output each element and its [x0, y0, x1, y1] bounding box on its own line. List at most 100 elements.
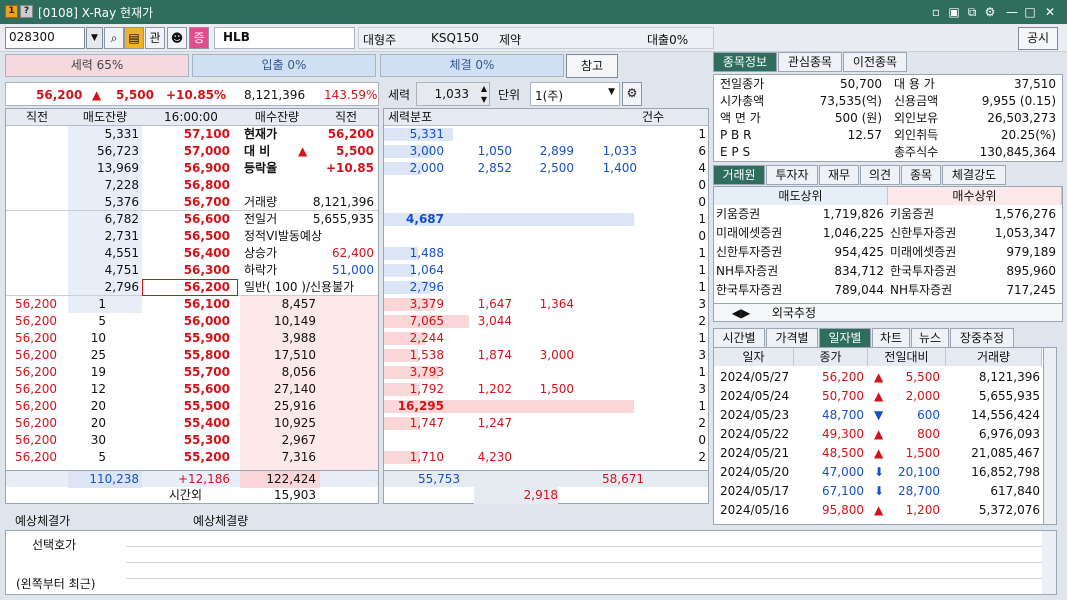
tab-tabs2-1[interactable]: 투자자: [766, 165, 818, 185]
sell-price[interactable]: 56,600: [142, 211, 238, 228]
daily-row[interactable]: 2024/05/16 95,800 ▲ 1,200 5,372,076: [714, 501, 1042, 519]
buy-row[interactable]: 56,200 19 55,700 8,056: [6, 364, 378, 381]
buy-price[interactable]: 55,900: [142, 330, 238, 347]
stepper-arrows-icon[interactable]: ▲ ▼: [481, 83, 487, 105]
bottom-scrollbar[interactable]: [1042, 531, 1056, 594]
foreign-scroll-icon[interactable]: ◀▶: [714, 304, 768, 322]
tab-tabs3-0[interactable]: 시간별: [713, 328, 765, 348]
sell-row[interactable]: 6,782 56,600 전일거 5,655,935: [6, 211, 378, 228]
buy-row[interactable]: 56,200 20 55,400 10,925: [6, 415, 378, 432]
buy-row[interactable]: 56,200 1 56,100 8,457: [6, 296, 378, 313]
help-icon[interactable]: ?: [20, 5, 33, 18]
buy-price[interactable]: 55,200: [142, 449, 238, 466]
folder-icon[interactable]: ▤: [124, 27, 144, 49]
buy-price[interactable]: 56,100: [142, 296, 238, 313]
inout-bar[interactable]: 입출 0%: [192, 54, 376, 77]
daily-row[interactable]: 2024/05/23 48,700 ▼ 600 14,556,424: [714, 406, 1042, 424]
sell-row[interactable]: 2,731 56,500 정적VI발동예상: [6, 228, 378, 245]
tab-tabs3-4[interactable]: 뉴스: [911, 328, 949, 348]
tab-tabs2-3[interactable]: 의견: [860, 165, 900, 185]
tab-tabs3-3[interactable]: 차트: [872, 328, 910, 348]
tab-tabs3-5[interactable]: 장중추정: [950, 328, 1014, 348]
buy-row[interactable]: 56,200 10 55,900 3,988: [6, 330, 378, 347]
maximize-icon[interactable]: □: [1022, 4, 1038, 20]
buy-row[interactable]: 56,200 5 56,000 10,149: [6, 313, 378, 330]
broker-row[interactable]: 한국투자증권 789,044 NH투자증권 717,245: [714, 281, 1062, 299]
sell-price[interactable]: 56,300: [142, 262, 238, 279]
buy-price[interactable]: 55,700: [142, 364, 238, 381]
chevron-down-icon[interactable]: ▼: [86, 27, 103, 49]
buy-row[interactable]: 56,200 25 55,800 17,510: [6, 347, 378, 364]
sell-price[interactable]: 56,200: [142, 279, 238, 296]
daily-row[interactable]: 2024/05/20 47,000 ⬇ 20,100 16,852,798: [714, 463, 1042, 481]
tab-tabs2-4[interactable]: 종목: [901, 165, 941, 185]
unit-select[interactable]: 1(주) ▼: [530, 82, 620, 106]
buy-row[interactable]: 56,200 20 55,500 25,916: [6, 398, 378, 415]
force-stepper[interactable]: 1,033 ▲ ▼: [416, 82, 490, 106]
sell-row[interactable]: 7,228 56,800: [6, 177, 378, 194]
screen-icon[interactable]: ▫: [928, 4, 944, 20]
daily-row[interactable]: 2024/05/21 48,500 ▲ 1,500 21,085,467: [714, 444, 1042, 462]
gwan-button[interactable]: 관: [145, 27, 165, 49]
broker-row[interactable]: 미래에셋증권 1,046,225 신한투자증권 1,053,347: [714, 224, 1062, 242]
broker-row[interactable]: 키움증권 1,719,826 키움증권 1,576,276: [714, 205, 1062, 223]
jeung-button[interactable]: 증: [189, 27, 209, 49]
buy-row[interactable]: 56,200 12 55,600 27,140: [6, 381, 378, 398]
settings-gear-icon[interactable]: ⚙: [622, 82, 642, 106]
daily-row[interactable]: 2024/05/27 56,200 ▲ 5,500 8,121,396: [714, 368, 1042, 386]
sell-row[interactable]: 56,723 57,000 대 비 ▲ 5,500: [6, 143, 378, 160]
buy-price[interactable]: 55,600: [142, 381, 238, 398]
app-icon[interactable]: 1: [5, 5, 18, 18]
reference-button[interactable]: 참고: [566, 54, 618, 78]
header-distribution[interactable]: 세력분포: [384, 109, 638, 126]
sell-row[interactable]: 5,376 56,700 거래량 8,121,396: [6, 194, 378, 211]
gear-icon[interactable]: ⚙: [982, 4, 998, 20]
buy-price[interactable]: 56,000: [142, 313, 238, 330]
search-icon[interactable]: ⌕: [104, 27, 124, 49]
tab-tabs3-2[interactable]: 일자별: [819, 328, 871, 348]
buy-price[interactable]: 55,300: [142, 432, 238, 449]
tab-tabs3-1[interactable]: 가격별: [766, 328, 818, 348]
sell-row[interactable]: 4,751 56,300 하락가 51,000: [6, 262, 378, 279]
sell-price[interactable]: 57,000: [142, 143, 238, 160]
stock-code-input[interactable]: 028300: [5, 27, 85, 49]
chevron-down-icon[interactable]: ▼: [608, 87, 615, 97]
daily-row[interactable]: 2024/05/17 67,100 ⬇ 28,700 617,840: [714, 482, 1042, 500]
copy-icon[interactable]: ⧉: [964, 4, 980, 20]
tab-tabs2-5[interactable]: 체결강도: [942, 165, 1006, 185]
buy-row[interactable]: 56,200 5 55,200 7,316: [6, 449, 378, 466]
sell-price[interactable]: 56,500: [142, 228, 238, 245]
sell-price[interactable]: 56,900: [142, 160, 238, 177]
buy-count: 20: [90, 399, 106, 413]
tab-tabs-1[interactable]: 관심종목: [778, 52, 842, 72]
buy-price[interactable]: 55,500: [142, 398, 238, 415]
daily-scrollbar[interactable]: [1043, 347, 1057, 525]
tab-tabs2-2[interactable]: 재무: [819, 165, 859, 185]
buy-price[interactable]: 55,400: [142, 415, 238, 432]
buy-row[interactable]: 56,200 30 55,300 2,967: [6, 432, 378, 449]
buy-price[interactable]: 55,800: [142, 347, 238, 364]
tab-tabs-2[interactable]: 이전종목: [843, 52, 907, 72]
daily-row[interactable]: 2024/05/24 50,700 ▲ 2,000 5,655,935: [714, 387, 1042, 405]
person-icon[interactable]: ☻: [167, 27, 187, 49]
sell-price[interactable]: 57,100: [142, 126, 238, 143]
sell-row[interactable]: 4,551 56,400 상승가 62,400: [6, 245, 378, 262]
broker-row[interactable]: NH투자증권 834,712 한국투자증권 895,960: [714, 262, 1062, 280]
sell-price[interactable]: 56,800: [142, 177, 238, 194]
disclosure-button[interactable]: 공시: [1018, 27, 1058, 50]
sell-price[interactable]: 56,400: [142, 245, 238, 262]
camera-icon[interactable]: ▣: [946, 4, 962, 20]
sell-row[interactable]: 5,331 57,100 현재가 56,200: [6, 126, 378, 143]
force-bar[interactable]: 세력 65%: [5, 54, 189, 77]
minimize-icon[interactable]: —: [1004, 4, 1020, 20]
tab-tabs-0[interactable]: 종목정보: [713, 52, 777, 72]
tab-tabs2-0[interactable]: 거래원: [713, 165, 765, 185]
execution-bar[interactable]: 체결 0%: [380, 54, 564, 77]
close-icon[interactable]: ✕: [1042, 4, 1058, 20]
daily-row[interactable]: 2024/05/22 49,300 ▲ 800 6,976,093: [714, 425, 1042, 443]
daily-close: 50,700: [822, 389, 864, 403]
broker-row[interactable]: 신한투자증권 954,425 미래에셋증권 979,189: [714, 243, 1062, 261]
sell-row[interactable]: 13,969 56,900 등락율 +10.85: [6, 160, 378, 177]
sell-price[interactable]: 56,700: [142, 194, 238, 211]
sell-row[interactable]: 2,796 56,200 일반( 100 )/신용불가: [6, 279, 378, 296]
